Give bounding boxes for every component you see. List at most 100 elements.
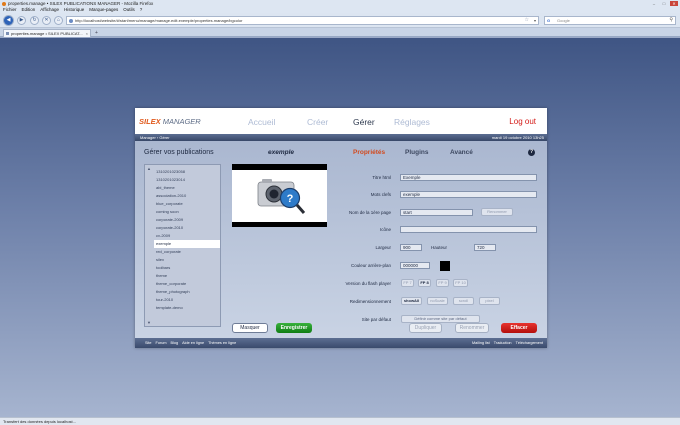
- preview-image: ?: [232, 170, 327, 222]
- list-item[interactable]: 1310201023014: [154, 176, 220, 184]
- footer-link-themes[interactable]: Thèmes en ligne: [208, 338, 236, 348]
- google-icon[interactable]: G: [547, 18, 554, 23]
- section-title: Gérer vos publications: [144, 149, 214, 156]
- keywords-field[interactable]: exemple: [400, 191, 537, 198]
- bookmark-star-icon[interactable]: ☆: [525, 17, 529, 24]
- list-item[interactable]: corporate-2010: [154, 224, 220, 232]
- close-window-button[interactable]: ✕: [670, 1, 678, 6]
- list-item[interactable]: blue_corporate: [154, 200, 220, 208]
- flash-fp7-button[interactable]: FP 7: [401, 279, 414, 287]
- tab-title: properties.manage • SILEX PUBLICAT...: [11, 31, 83, 36]
- html-title-field[interactable]: Exemple: [400, 174, 537, 181]
- tab-proprietes[interactable]: Propriétés: [353, 149, 385, 156]
- firefox-icon: [2, 1, 6, 6]
- set-default-site-button[interactable]: Définir comme site par défaut: [401, 315, 480, 323]
- resize-scroll-button[interactable]: scroll: [453, 297, 474, 305]
- tab-plugins[interactable]: Plugins: [405, 149, 428, 156]
- default-site-label: Site par défaut: [361, 317, 391, 322]
- flash-fp9-button[interactable]: FP 9: [436, 279, 449, 287]
- search-placeholder: Google: [557, 18, 570, 23]
- new-tab-button[interactable]: +: [93, 30, 100, 36]
- hide-button[interactable]: Masquer: [232, 323, 268, 333]
- logout-link[interactable]: Log out: [509, 117, 536, 126]
- footer-link-site[interactable]: Site: [145, 338, 152, 348]
- search-icon[interactable]: ⚲: [669, 17, 673, 24]
- back-arrow-icon[interactable]: ◀: [3, 15, 14, 26]
- save-button[interactable]: Enregistrer: [276, 323, 312, 333]
- footer-link-help[interactable]: Aide en ligne: [182, 338, 204, 348]
- bgcolor-label: Couleur arrière-plan: [350, 263, 391, 268]
- list-item[interactable]: cv-2009: [154, 232, 220, 240]
- breadcrumb-text[interactable]: Manager › Gérer: [140, 135, 170, 140]
- height-field[interactable]: 720: [474, 244, 496, 251]
- list-item[interactable]: corporate-2009: [154, 216, 220, 224]
- list-item[interactable]: association-2010: [154, 192, 220, 200]
- list-item-selected[interactable]: exemple: [154, 240, 220, 248]
- nav-gerer[interactable]: Gérer: [353, 117, 375, 127]
- color-swatch[interactable]: [440, 261, 450, 271]
- camera-search-icon: ?: [257, 179, 306, 214]
- rename-button[interactable]: Renommer: [455, 323, 489, 333]
- delete-button[interactable]: Effacer: [501, 323, 537, 333]
- app-header: SILEX MANAGER Accueil Créer Gérer Réglag…: [135, 108, 547, 134]
- tab-avance[interactable]: Avancé: [450, 149, 473, 156]
- minimize-button[interactable]: –: [650, 1, 658, 6]
- list-item[interactable]: abi_theme: [154, 184, 220, 192]
- html-title-label: Titre html: [372, 175, 391, 180]
- list-item[interactable]: toolbars: [154, 264, 220, 272]
- list-item[interactable]: theme_photograph: [154, 288, 220, 296]
- duplicate-button[interactable]: Dupliquer: [409, 323, 442, 333]
- browser-tab[interactable]: properties.manage • SILEX PUBLICAT... ×: [3, 29, 91, 37]
- url-bar[interactable]: http://localhost/website/#/start/menu/ma…: [66, 16, 539, 25]
- first-page-field[interactable]: start: [400, 209, 473, 216]
- flash-fp8-button[interactable]: FP 8: [418, 279, 431, 287]
- resize-noscale-button[interactable]: noScale: [427, 297, 448, 305]
- footer-link-mailing[interactable]: Mailing list: [472, 338, 490, 348]
- forward-arrow-icon[interactable]: ▶: [17, 16, 26, 25]
- footer-link-translation[interactable]: Traduction: [494, 338, 512, 348]
- footer-link-blog[interactable]: Blog: [171, 338, 179, 348]
- list-item[interactable]: silex: [154, 256, 220, 264]
- list-item[interactable]: coming soon: [154, 208, 220, 216]
- help-icon[interactable]: ?: [528, 149, 535, 156]
- icon-field[interactable]: [400, 226, 537, 233]
- icon-label: Icône: [379, 227, 391, 232]
- status-text: Transfert des données depuis localhost..…: [3, 419, 77, 424]
- nav-reglages[interactable]: Réglages: [394, 117, 430, 127]
- publication-list[interactable]: ▲ 1310201023058 1310201023014 abi_theme …: [144, 164, 221, 327]
- maximize-button[interactable]: □: [660, 1, 668, 6]
- width-label: Largeur: [375, 245, 391, 250]
- site-identity-icon[interactable]: [69, 19, 73, 23]
- footer-link-download[interactable]: Téléchargement: [516, 338, 543, 348]
- list-item[interactable]: template-demo: [154, 304, 220, 312]
- stop-icon[interactable]: ✕: [42, 16, 51, 25]
- list-item[interactable]: theme_corporate: [154, 280, 220, 288]
- url-dropdown-icon[interactable]: ▾: [534, 17, 536, 24]
- list-item[interactable]: 1310201023058: [154, 168, 220, 176]
- list-item[interactable]: theme: [154, 272, 220, 280]
- nav-accueil[interactable]: Accueil: [248, 117, 275, 127]
- list-item[interactable]: red_corporate: [154, 248, 220, 256]
- width-field[interactable]: 900: [400, 244, 422, 251]
- publication-preview: ?: [232, 164, 327, 227]
- footer-link-forum[interactable]: Forum: [156, 338, 167, 348]
- breadcrumb: Manager › Gérer mardi 19 octobre 2010 13…: [135, 134, 547, 141]
- logo-product: MANAGER: [160, 117, 201, 126]
- tab-favicon-icon: [6, 32, 9, 35]
- tab-close-icon[interactable]: ×: [86, 30, 88, 37]
- scroll-down-icon[interactable]: ▼: [147, 320, 151, 325]
- resize-pixel-button[interactable]: pixel: [479, 297, 500, 305]
- bgcolor-field[interactable]: 000000: [400, 262, 430, 269]
- nav-creer[interactable]: Créer: [307, 117, 328, 127]
- footer-links-right: Mailing list Traduction Téléchargement: [472, 338, 543, 348]
- flash-fp10-button[interactable]: FP 10: [453, 279, 468, 287]
- footer-links-left: Site Forum Blog Aide en ligne Thèmes en …: [145, 338, 236, 348]
- reload-icon[interactable]: ↻: [30, 16, 39, 25]
- list-item[interactable]: tour-2010: [154, 296, 220, 304]
- home-icon[interactable]: ⌂: [54, 16, 63, 25]
- app-footer: Site Forum Blog Aide en ligne Thèmes en …: [135, 338, 547, 348]
- search-box[interactable]: G Google ⚲: [544, 16, 676, 25]
- scroll-up-icon[interactable]: ▲: [147, 166, 151, 171]
- resize-showall-button[interactable]: showAll: [401, 297, 422, 305]
- rename-first-page-button[interactable]: Renommer: [481, 208, 513, 216]
